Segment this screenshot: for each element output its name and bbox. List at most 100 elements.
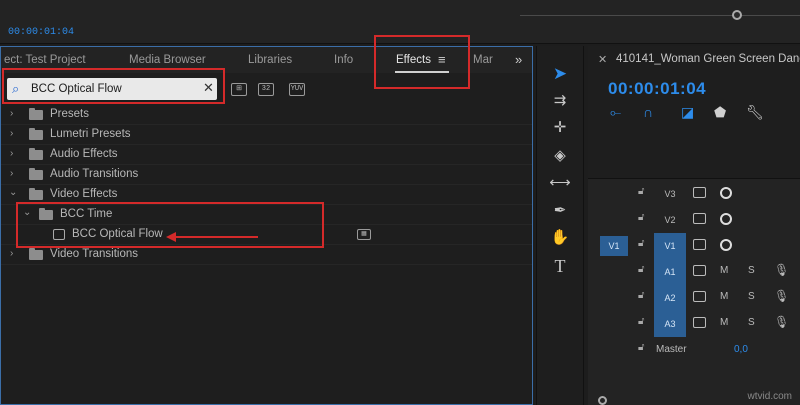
track-target-v1[interactable]: V1 [654, 233, 686, 259]
track-row-v3: 🔓︎ V3 [588, 181, 800, 207]
zoom-scroll-handle[interactable] [598, 396, 607, 405]
track-select-tool-icon[interactable]: ⇉ [549, 90, 571, 112]
tree-item-label: Presets [50, 108, 89, 120]
microphone-icon[interactable]: 🎙︎ [774, 315, 789, 329]
tools-panel: ➤ ⇉ ✛ ◈ ⟷ ✒ ✋ T [536, 46, 584, 405]
eye-icon[interactable] [720, 187, 732, 199]
master-volume-value[interactable]: 0,0 [734, 344, 748, 355]
track-row-a1: 🔓︎ A1 M S 🎙︎ [588, 259, 800, 285]
sync-lock-icon[interactable] [693, 265, 706, 276]
accelerated-badge-icon: ▦ [357, 229, 371, 240]
sequence-tab-title[interactable]: 410141_Woman Green Screen Dancing [616, 53, 800, 65]
32-bit-filter-icon[interactable]: 32 [258, 83, 274, 96]
lock-icon[interactable]: 🔓︎ [638, 186, 644, 197]
tab-markers[interactable]: Mar [473, 54, 493, 66]
track-target-a3[interactable]: A3 [654, 311, 686, 337]
tree-item-audio-transitions[interactable]: › Audio Transitions [1, 165, 532, 185]
marker-icon[interactable]: ⬟ [714, 104, 726, 121]
scrub-handle[interactable] [732, 10, 742, 20]
solo-button[interactable]: S [748, 291, 755, 302]
chevron-right-icon[interactable]: › [10, 108, 13, 119]
tree-item-label: Audio Effects [50, 148, 118, 160]
master-label: Master [656, 344, 687, 355]
lock-icon[interactable]: 🔓︎ [638, 316, 644, 327]
ripple-edit-tool-icon[interactable]: ✛ [549, 117, 571, 139]
insert-nest-icon[interactable]: ⟜ [610, 104, 621, 121]
tab-project[interactable]: ect: Test Project [4, 54, 86, 66]
pen-tool-icon[interactable]: ✒ [549, 200, 571, 222]
solo-button[interactable]: S [748, 317, 755, 328]
sync-lock-icon[interactable] [693, 291, 706, 302]
microphone-icon[interactable]: 🎙︎ [774, 289, 789, 303]
linked-selection-icon[interactable]: ◪ [681, 104, 694, 121]
annotation-arrow-head [166, 232, 176, 242]
lock-icon[interactable]: 🔓︎ [638, 342, 644, 353]
track-target-a2[interactable]: A2 [654, 285, 686, 311]
snap-magnet-icon[interactable]: ∩ [643, 104, 653, 120]
track-target-a1[interactable]: A1 [654, 259, 686, 285]
tab-info[interactable]: Info [334, 54, 353, 66]
annotation-search-highlight [2, 68, 225, 104]
eye-icon[interactable] [720, 239, 732, 251]
yuv-filter-icon[interactable]: YUV [289, 83, 305, 96]
tab-media-browser[interactable]: Media Browser [129, 54, 206, 66]
lock-icon[interactable]: 🔓︎ [638, 290, 644, 301]
tree-item-label: Lumetri Presets [50, 128, 131, 140]
tab-overflow-icon[interactable]: » [515, 52, 522, 67]
scrub-track[interactable] [520, 15, 800, 16]
track-row-a3: 🔓︎ A3 M S 🎙︎ [588, 311, 800, 337]
mute-button[interactable]: M [720, 291, 728, 302]
tree-item-label: Video Transitions [50, 248, 139, 260]
preset-folder-icon [29, 128, 43, 140]
track-target-v3[interactable]: V3 [654, 181, 686, 207]
microphone-icon[interactable]: 🎙︎ [774, 263, 789, 277]
chevron-right-icon[interactable]: › [10, 128, 13, 139]
preset-folder-icon [29, 108, 43, 120]
track-row-v2: 🔓︎ V2 [588, 207, 800, 233]
close-icon[interactable]: ✕ [598, 53, 607, 66]
folder-icon [29, 168, 43, 180]
lock-icon[interactable]: 🔓︎ [638, 264, 644, 275]
mute-button[interactable]: M [720, 265, 728, 276]
razor-tool-icon[interactable]: ◈ [549, 145, 571, 167]
sync-lock-icon[interactable] [693, 187, 706, 198]
hand-tool-icon[interactable]: ✋ [549, 227, 571, 249]
track-target-v2[interactable]: V2 [654, 207, 686, 233]
folder-icon [29, 188, 43, 200]
folder-icon [29, 248, 43, 260]
tree-item-label: Video Effects [50, 188, 118, 200]
sync-lock-icon[interactable] [693, 239, 706, 250]
eye-icon[interactable] [720, 213, 732, 225]
type-tool-icon[interactable]: T [549, 255, 571, 277]
solo-button[interactable]: S [748, 265, 755, 276]
tree-item-audio-effects[interactable]: › Audio Effects [1, 145, 532, 165]
tree-item-lumetri-presets[interactable]: › Lumetri Presets [1, 125, 532, 145]
track-row-a2: 🔓︎ A2 M S 🎙︎ [588, 285, 800, 311]
chevron-right-icon[interactable]: › [10, 248, 13, 259]
sync-lock-icon[interactable] [693, 213, 706, 224]
selection-tool-icon[interactable]: ➤ [549, 63, 571, 85]
wrench-icon[interactable]: 🔧︎ [746, 104, 764, 121]
tree-item-video-transitions[interactable]: › Video Transitions [1, 245, 532, 265]
watermark: wtvid.com [747, 391, 792, 402]
chevron-right-icon[interactable]: › [10, 168, 13, 179]
annotation-arrow [174, 236, 258, 238]
track-headers: 🔓︎ V3 🔓︎ V2 V1 🔓︎ V1 🔓︎ A1 M S 🎙︎ 🔓︎ A2 … [588, 178, 800, 405]
lock-icon[interactable]: 🔓︎ [638, 238, 644, 249]
mute-button[interactable]: M [720, 317, 728, 328]
tree-item-label: Audio Transitions [50, 168, 139, 180]
track-row-master: 🔓︎ Master 0,0 [588, 337, 800, 363]
timeline-timecode[interactable]: 00:00:01:04 [608, 79, 706, 99]
top-timecode[interactable]: 00:00:01:04 [8, 27, 74, 38]
tab-libraries[interactable]: Libraries [248, 54, 292, 66]
slip-tool-icon[interactable]: ⟷ [549, 172, 571, 194]
annotation-effects-tab-highlight [374, 35, 470, 89]
chevron-down-icon[interactable]: ⌄ [9, 187, 17, 198]
track-row-v1: V1 🔓︎ V1 [588, 233, 800, 259]
chevron-right-icon[interactable]: › [10, 148, 13, 159]
sync-lock-icon[interactable] [693, 317, 706, 328]
lock-icon[interactable]: 🔓︎ [638, 212, 644, 223]
tree-item-presets[interactable]: › Presets [1, 105, 532, 125]
accelerated-effects-filter-icon[interactable]: ⊞ [231, 83, 247, 96]
source-patch-v1[interactable]: V1 [600, 236, 628, 256]
